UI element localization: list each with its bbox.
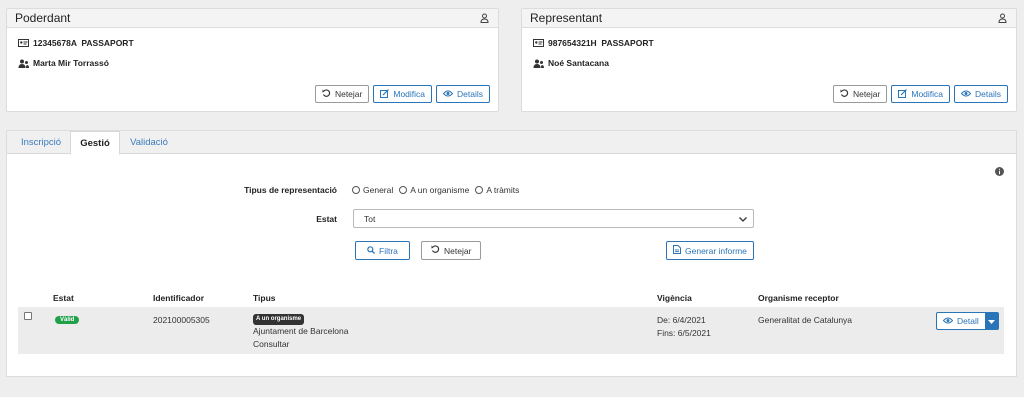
search-icon [367, 245, 375, 256]
row-validity: De: 6/4/2021 Fins: 6/5/2021 [657, 314, 711, 340]
row-detail-button[interactable]: Detall [936, 312, 985, 330]
representant-name: Noé Santacana [548, 58, 609, 68]
representant-details-label: Details [975, 89, 1001, 99]
row-detail-split-button: Detall [936, 312, 999, 330]
row-type-line1: Ajuntament de Barcelona [253, 326, 349, 336]
main-panel: Inscripció Gestió Validació Tipus de rep… [6, 130, 1017, 377]
info-icon[interactable] [995, 167, 1004, 176]
row-validity-from: De: 6/4/2021 [657, 315, 706, 325]
representant-name-row: Noé Santacana [532, 58, 609, 68]
poderdant-document-row: 12345678A PASSAPORT [17, 38, 134, 48]
radio-general[interactable]: General [352, 185, 393, 195]
representation-type-label: Tipus de representació [244, 185, 337, 195]
users-icon [17, 58, 29, 68]
radio-organisme[interactable]: A un organisme [399, 185, 469, 195]
representant-clear-label: Netejar [852, 89, 881, 99]
generate-report-button[interactable]: Generar informe [666, 241, 754, 260]
representant-edit-button[interactable]: Modifica [891, 85, 951, 103]
poderdant-details-label: Details [457, 89, 483, 99]
radio-organisme-label: A un organisme [410, 185, 470, 195]
poderdant-details-button[interactable]: Details [436, 85, 490, 103]
poderdant-title: Poderdant [15, 11, 71, 25]
user-icon[interactable] [478, 12, 490, 24]
row-checkbox[interactable] [24, 312, 32, 320]
state-select-value: Tot [364, 213, 376, 224]
id-card-icon [17, 38, 29, 48]
chevron-down-icon [739, 214, 747, 224]
generate-report-label: Generar informe [685, 245, 747, 256]
radio-circle[interactable] [475, 186, 484, 194]
poderdant-actions: Netejar Modifica Details [314, 85, 490, 103]
radio-tramits-label: A tràmits [486, 185, 520, 195]
status-badge: Vàlid [55, 316, 80, 324]
row-detail-label: Detall [957, 316, 979, 326]
undo-icon [322, 88, 331, 100]
undo-icon [431, 245, 440, 256]
eye-icon [442, 89, 454, 99]
col-header-identificador: Identificador [153, 293, 205, 303]
tab-validacio[interactable]: Validació [123, 131, 175, 154]
poderdant-name-row: Marta Mir Torrassó [17, 58, 109, 68]
representant-edit-label: Modifica [911, 89, 944, 99]
representant-title: Representant [530, 11, 603, 25]
row-type: A un organisme Ajuntament de Barcelona C… [253, 311, 348, 351]
poderdant-edit-button[interactable]: Modifica [373, 85, 433, 103]
representant-document-row: 987654321H PASSAPORT [532, 38, 654, 48]
radio-circle[interactable] [399, 186, 408, 194]
radio-general-label: General [363, 185, 394, 195]
eye-icon [960, 89, 972, 99]
poderdant-edit-label: Modifica [393, 89, 426, 99]
col-header-organisme: Organisme receptor [758, 293, 839, 303]
edit-icon [380, 88, 390, 100]
representant-clear-button[interactable]: Netejar [832, 85, 888, 103]
representant-document: 987654321H PASSAPORT [548, 38, 654, 48]
edit-icon [898, 88, 908, 100]
clear-filters-label: Netejar [444, 245, 472, 256]
representant-details-button[interactable]: Details [954, 85, 1008, 103]
document-icon [673, 245, 681, 256]
col-header-vigencia: Vigència [657, 293, 692, 303]
tab-gestio[interactable]: Gestió [70, 131, 120, 155]
poderdant-document: 12345678A PASSAPORT [33, 38, 134, 48]
representant-card: Representant 987654321H PASSAPORT Noé Sa… [521, 8, 1017, 112]
row-type-line2: Consultar [253, 339, 290, 349]
undo-icon [840, 88, 849, 100]
users-icon [532, 58, 544, 68]
col-header-estat: Estat [53, 293, 74, 303]
row-organism: Generalitat de Catalunya [758, 315, 853, 325]
tab-bar: Inscripció Gestió Validació [7, 131, 1016, 155]
state-select[interactable]: Tot [353, 209, 754, 228]
row-detail-dropdown-toggle[interactable] [984, 312, 999, 330]
poderdant-header: Poderdant [7, 9, 498, 28]
representant-actions: Netejar Modifica Details [832, 85, 1008, 103]
tab-inscripcio[interactable]: Inscripció [13, 131, 69, 154]
user-icon[interactable] [996, 12, 1008, 24]
representation-type-radios: General A un organisme A tràmits [352, 185, 519, 195]
representant-header: Representant [522, 9, 1016, 28]
caret-down-icon [988, 316, 996, 326]
poderdant-name: Marta Mir Torrassó [33, 58, 109, 68]
clear-filters-button[interactable]: Netejar [421, 241, 482, 260]
poderdant-clear-label: Netejar [334, 89, 363, 99]
poderdant-card: Poderdant 12345678A PASSAPORT Marta Mir … [6, 8, 499, 112]
id-card-icon [532, 38, 544, 48]
filter-button[interactable]: Filtra [355, 241, 410, 260]
radio-tramits[interactable]: A tràmits [475, 185, 519, 195]
col-header-tipus: Tipus [253, 293, 276, 303]
row-identifier: 202100005305 [153, 315, 210, 325]
filter-label: Filtra [379, 245, 398, 256]
row-validity-to: Fins: 6/5/2021 [657, 328, 711, 338]
state-label: Estat [316, 214, 337, 224]
poderdant-clear-button[interactable]: Netejar [314, 85, 370, 103]
radio-circle[interactable] [352, 186, 360, 194]
eye-icon [942, 316, 954, 326]
type-badge: A un organisme [253, 314, 305, 325]
